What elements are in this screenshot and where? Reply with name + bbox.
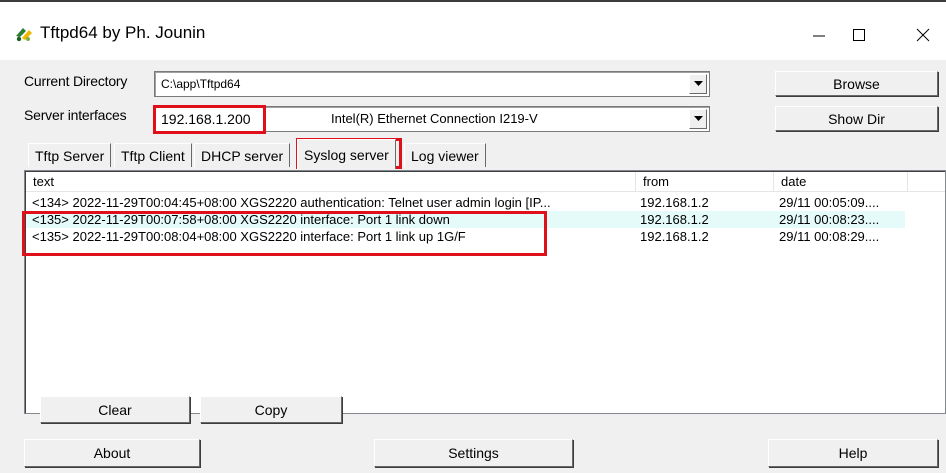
settings-button[interactable]: Settings	[374, 439, 573, 467]
column-header-from[interactable]: from	[636, 172, 774, 192]
column-header-date[interactable]: date	[774, 172, 908, 192]
server-ip-value: 192.168.1.200	[161, 111, 251, 127]
window-title: Tftpd64 by Ph. Jounin	[40, 23, 206, 42]
chevron-down-icon[interactable]	[689, 74, 707, 94]
tab-syslog-server[interactable]: Syslog server	[297, 139, 396, 169]
current-directory-combo[interactable]: C:\app\Tftpd64	[154, 71, 710, 97]
clear-button[interactable]: Clear	[40, 396, 190, 423]
show-dir-button[interactable]: Show Dir	[775, 106, 938, 131]
copy-button[interactable]: Copy	[200, 396, 342, 423]
client-area: Current Directory C:\app\Tftpd64 Browse …	[0, 60, 946, 473]
row-from: 192.168.1.2	[640, 229, 709, 244]
row-from: 192.168.1.2	[640, 212, 709, 227]
tab-tftp-server[interactable]: Tftp Server	[28, 143, 112, 167]
chevron-down-icon[interactable]	[689, 109, 707, 129]
row-date: 29/11 00:05:09....	[779, 195, 880, 210]
row-date: 29/11 00:08:23....	[779, 212, 880, 227]
row-text: <135> 2022-11-29T00:07:58+08:00 XGS2220 …	[32, 212, 450, 227]
about-button[interactable]: About	[24, 439, 200, 467]
current-directory-value: C:\app\Tftpd64	[161, 77, 241, 91]
table-row[interactable]: <134> 2022-11-29T00:04:45+08:00 XGS2220 …	[26, 194, 905, 211]
row-from: 192.168.1.2	[640, 195, 709, 210]
tab-log-viewer[interactable]: Log viewer	[404, 143, 486, 167]
row-text: <135> 2022-11-29T00:08:04+08:00 XGS2220 …	[32, 229, 466, 244]
close-icon[interactable]	[900, 12, 946, 58]
current-directory-label: Current Directory	[24, 73, 128, 89]
tftpd64-window: Tftpd64 by Ph. Jounin Current Directory …	[0, 0, 946, 473]
help-button[interactable]: Help	[768, 439, 938, 467]
tftpd-app-icon	[14, 24, 34, 44]
server-interfaces-label: Server interfaces	[24, 107, 127, 123]
column-header-text[interactable]: text	[26, 172, 636, 192]
list-header: text from date	[26, 172, 945, 192]
tab-tftp-client[interactable]: Tftp Client	[114, 143, 192, 167]
server-adapter-value: Intel(R) Ethernet Connection I219-V	[331, 111, 538, 126]
maximize-icon[interactable]	[836, 12, 882, 58]
title-bar[interactable]: Tftpd64 by Ph. Jounin	[0, 0, 946, 60]
browse-button[interactable]: Browse	[775, 71, 938, 96]
row-text: <134> 2022-11-29T00:04:45+08:00 XGS2220 …	[32, 195, 551, 210]
table-row[interactable]: <135> 2022-11-29T00:07:58+08:00 XGS2220 …	[26, 211, 905, 228]
server-interfaces-combo[interactable]: 192.168.1.200 Intel(R) Ethernet Connecti…	[154, 106, 710, 132]
table-row[interactable]: <135> 2022-11-29T00:08:04+08:00 XGS2220 …	[26, 228, 905, 245]
row-date: 29/11 00:08:29....	[779, 229, 880, 244]
tab-dhcp-server[interactable]: DHCP server	[194, 143, 291, 167]
syslog-list[interactable]: text from date <134> 2022-11-29T00:04:45…	[24, 170, 946, 414]
